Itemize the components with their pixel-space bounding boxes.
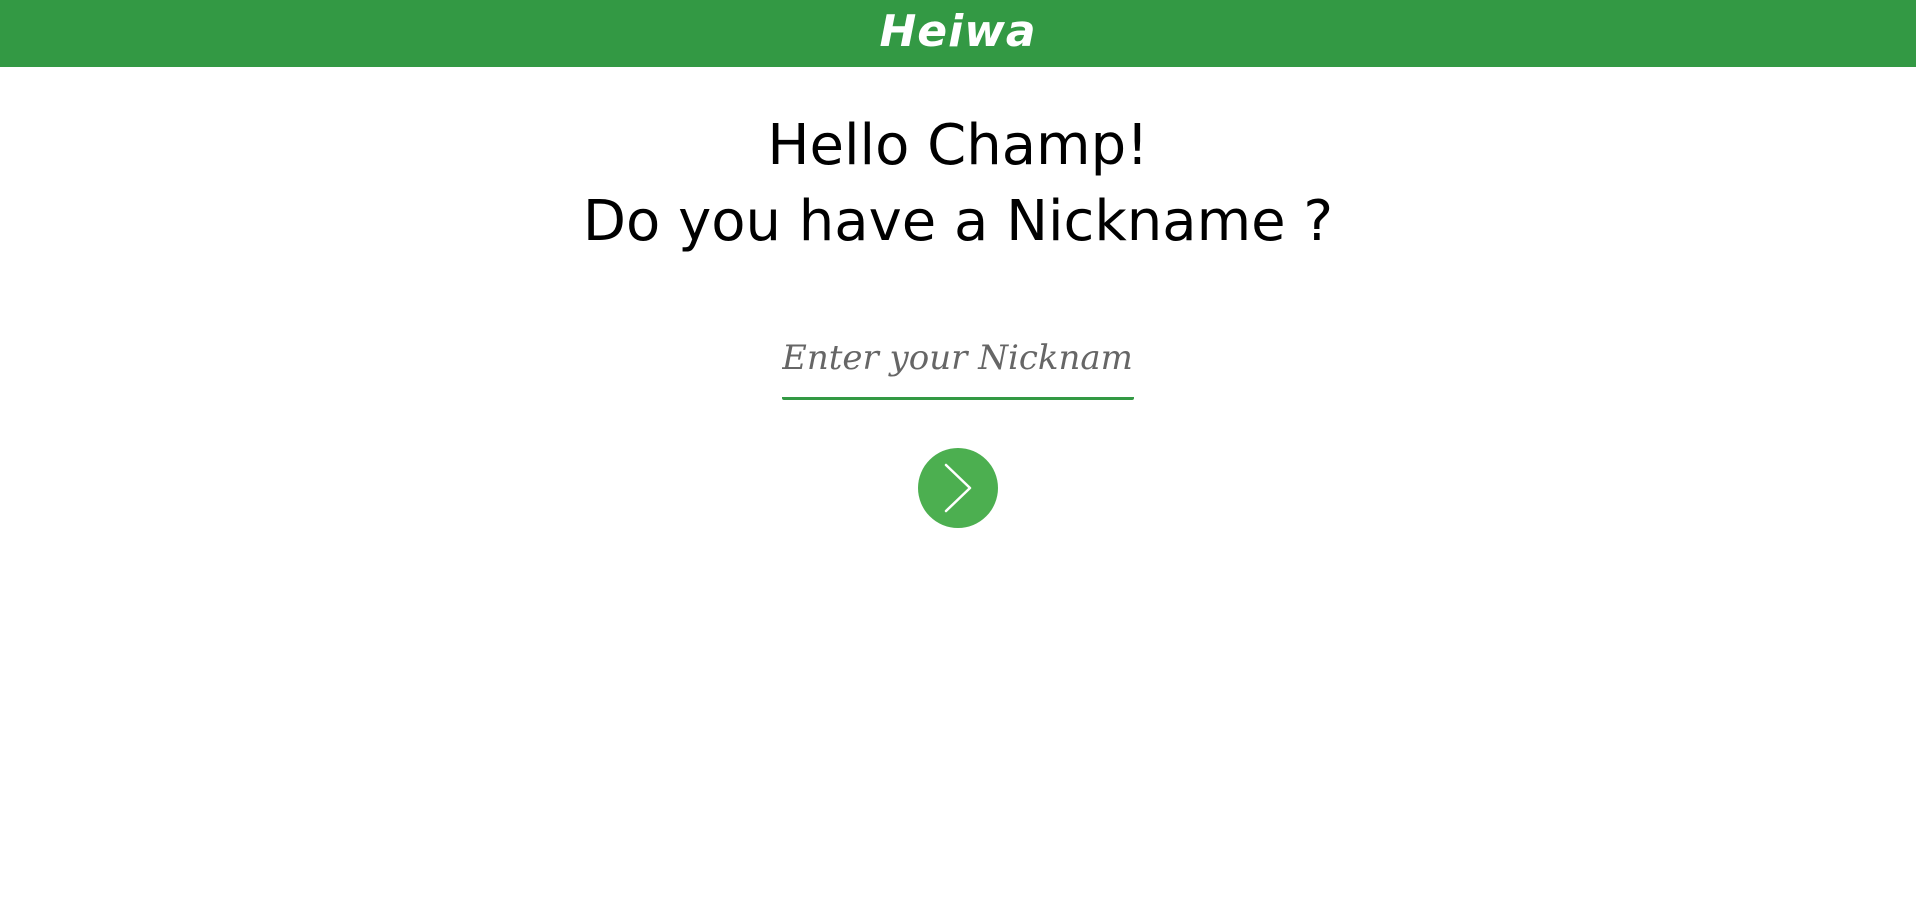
next-button[interactable]	[918, 448, 998, 528]
greeting-heading: Hello Champ! Do you have a Nickname ?	[0, 108, 1916, 260]
nickname-field-wrapper	[782, 318, 1134, 402]
top-bar: Heiwa	[0, 0, 1916, 67]
greeting-line-2: Do you have a Nickname ?	[582, 189, 1334, 254]
brand-logo: Heiwa	[879, 5, 1037, 57]
greeting-line-1: Hello Champ!	[767, 113, 1149, 178]
chevron-right-icon	[942, 462, 974, 514]
nickname-input[interactable]	[782, 318, 1134, 400]
